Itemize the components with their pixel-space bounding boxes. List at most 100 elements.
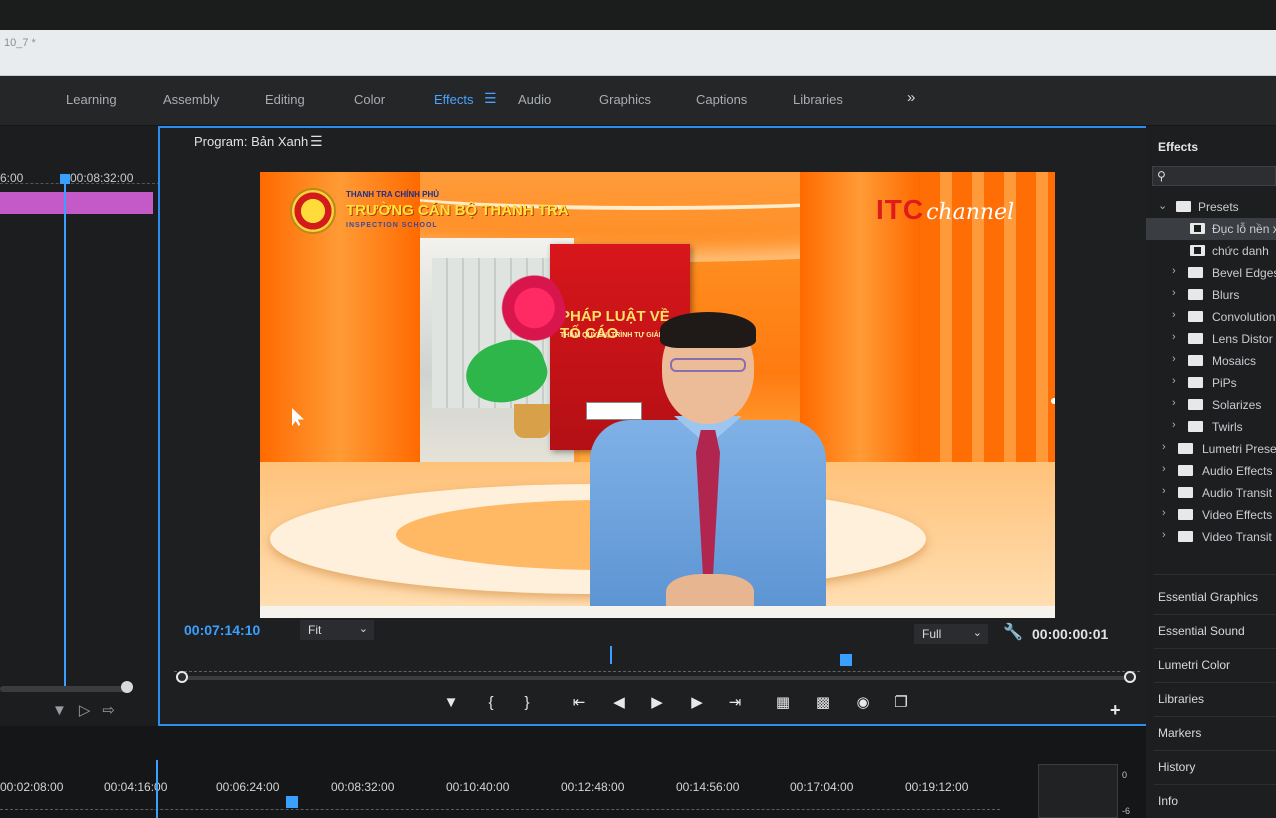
- transform-handle[interactable]: [1051, 398, 1055, 404]
- workspace-tab-captions[interactable]: Captions: [696, 92, 747, 107]
- program-playhead[interactable]: [840, 654, 852, 666]
- ruler-label: 00:08:32:00: [70, 171, 134, 185]
- tree-folder-item[interactable]: › Audio Transit: [1146, 482, 1276, 504]
- double-chevron-right-icon[interactable]: »: [907, 89, 915, 106]
- chevron-right-icon[interactable]: ›: [1172, 309, 1176, 321]
- filter-icon[interactable]: ▼: [52, 702, 79, 719]
- tree-preset-item[interactable]: chức danh: [1146, 240, 1276, 262]
- tree-folder-item[interactable]: › Bevel Edges: [1146, 262, 1276, 284]
- tree-label: Presets: [1198, 200, 1239, 214]
- chevron-right-icon[interactable]: ›: [1162, 485, 1166, 497]
- mark-out-icon[interactable]: }: [516, 692, 538, 714]
- chevron-right-icon[interactable]: ›: [1172, 375, 1176, 387]
- chevron-right-icon[interactable]: ›: [1172, 331, 1176, 343]
- lift-icon[interactable]: ▦: [772, 692, 794, 714]
- tree-folder-item[interactable]: › Lumetri Prese: [1146, 438, 1276, 460]
- chevron-right-icon[interactable]: ›: [1162, 529, 1166, 541]
- chevron-right-icon[interactable]: ›: [1162, 507, 1166, 519]
- program-monitor-title[interactable]: Program: Bản Xanh: [194, 134, 308, 149]
- tree-folder-item[interactable]: › PiPs: [1146, 372, 1276, 394]
- zoom-bar-right-handle[interactable]: [1124, 671, 1136, 683]
- hamburger-icon[interactable]: ☰: [484, 90, 497, 107]
- chevron-right-icon[interactable]: ›: [1162, 463, 1166, 475]
- chevron-right-icon[interactable]: ›: [1172, 397, 1176, 409]
- program-zoom-bar[interactable]: [176, 676, 1136, 680]
- timeline-tools: ▼▷⇨: [52, 701, 127, 719]
- play-icon[interactable]: ▶: [646, 692, 668, 714]
- go-to-in-icon[interactable]: ⇤: [568, 692, 590, 714]
- extract-icon[interactable]: ▩: [812, 692, 834, 714]
- tree-folder-item[interactable]: › Lens Distor: [1146, 328, 1276, 350]
- tree-label: Solarizes: [1212, 398, 1262, 412]
- divider: [1154, 648, 1276, 649]
- playhead-timecode[interactable]: 00:07:14:10: [184, 622, 260, 638]
- sequence-time-ruler[interactable]: [0, 802, 1000, 810]
- panel-tab-info[interactable]: Info: [1158, 794, 1276, 808]
- ruler-label: 00:19:12:00: [905, 780, 969, 794]
- panel-tab-history[interactable]: History: [1158, 760, 1276, 774]
- playhead-line[interactable]: [156, 760, 158, 818]
- tree-folder-item[interactable]: › Blurs: [1146, 284, 1276, 306]
- workspace-tab-graphics[interactable]: Graphics: [599, 92, 651, 107]
- playhead-handle[interactable]: [286, 796, 298, 808]
- tree-folder-item[interactable]: › Video Transit: [1146, 526, 1276, 548]
- folder-icon: [1188, 311, 1203, 322]
- in-point-marker[interactable]: [610, 646, 612, 664]
- tree-folder-item[interactable]: › Mosaics: [1146, 350, 1276, 372]
- playhead-line[interactable]: [64, 176, 66, 686]
- panel-tab-essential-sound[interactable]: Essential Sound: [1158, 624, 1276, 638]
- zoom-level-select[interactable]: Fit ⌄: [300, 620, 374, 640]
- panel-tab-essential-graphics[interactable]: Essential Graphics: [1158, 590, 1276, 604]
- program-time-ruler[interactable]: [174, 658, 1140, 672]
- wrench-icon[interactable]: 🔧: [1003, 622, 1023, 642]
- add-marker-icon[interactable]: ▼: [440, 692, 462, 714]
- workspace-tab-assembly[interactable]: Assembly: [163, 92, 219, 107]
- tree-folder-item[interactable]: › Video Effects: [1146, 504, 1276, 526]
- zoom-bar-left-handle[interactable]: [176, 671, 188, 683]
- zoom-scrollbar[interactable]: [0, 686, 128, 692]
- panel-tab-libraries[interactable]: Libraries: [1158, 692, 1276, 706]
- panel-menu-icon[interactable]: ☰: [310, 133, 323, 150]
- panel-tab-markers[interactable]: Markers: [1158, 726, 1276, 740]
- panel-tab-lumetri-color[interactable]: Lumetri Color: [1158, 658, 1276, 672]
- playback-resolution-select[interactable]: Full ⌄: [914, 624, 988, 644]
- tree-folder-item[interactable]: › Audio Effects: [1146, 460, 1276, 482]
- chevron-right-icon[interactable]: ›: [1172, 287, 1176, 299]
- workspace-tab-color[interactable]: Color: [354, 92, 385, 107]
- step-forward-icon[interactable]: ▶: [686, 692, 708, 714]
- tree-folder-item[interactable]: › Convolution: [1146, 306, 1276, 328]
- tree-label: PiPs: [1212, 376, 1237, 390]
- effects-search-input[interactable]: ⚲: [1152, 166, 1276, 186]
- mark-in-icon[interactable]: {: [480, 692, 502, 714]
- effects-panel-title[interactable]: Effects: [1158, 140, 1198, 154]
- tree-preset-item[interactable]: Đục lỗ nền x: [1146, 218, 1276, 240]
- playhead-handle[interactable]: [60, 174, 70, 184]
- divider: [1154, 574, 1276, 575]
- step-back-icon[interactable]: ◀: [608, 692, 630, 714]
- export-frame-icon[interactable]: ◉: [852, 692, 874, 714]
- overwrite-icon[interactable]: ⇨: [102, 702, 127, 719]
- ruler-label: 00:02:08:00: [0, 780, 64, 794]
- chevron-right-icon[interactable]: ›: [1172, 419, 1176, 431]
- tree-folder-item[interactable]: › Twirls: [1146, 416, 1276, 438]
- chevron-right-icon[interactable]: ›: [1172, 265, 1176, 277]
- go-to-out-icon[interactable]: ⇥: [724, 692, 746, 714]
- workspace-tab-libraries[interactable]: Libraries: [793, 92, 843, 107]
- workspace-tab-learning[interactable]: Learning: [66, 92, 117, 107]
- button-editor-plus-icon[interactable]: +: [1110, 700, 1121, 721]
- org-name: TRƯỜNG CÁN BỘ THANH TRA: [346, 202, 569, 219]
- timeline-clip[interactable]: [0, 192, 153, 214]
- chevron-down-icon[interactable]: ⌄: [1158, 199, 1167, 212]
- chevron-right-icon[interactable]: ›: [1172, 353, 1176, 365]
- workspace-tab-effects[interactable]: Effects: [434, 92, 474, 107]
- zoom-scrollbar-handle[interactable]: [121, 681, 133, 693]
- tree-folder-item[interactable]: › Solarizes: [1146, 394, 1276, 416]
- tree-folder-presets[interactable]: ⌄ Presets: [1146, 196, 1276, 218]
- workspace-tab-editing[interactable]: Editing: [265, 92, 305, 107]
- insert-icon[interactable]: ▷: [79, 702, 103, 719]
- program-video-frame[interactable]: PHÁP LUẬT VỀ TỐ CÁO THẨM QUYỀN, TRÌNH TỰ…: [260, 172, 1055, 618]
- comparison-view-icon[interactable]: ❐: [890, 692, 912, 714]
- desk-edge: [260, 606, 1055, 618]
- chevron-right-icon[interactable]: ›: [1162, 441, 1166, 453]
- workspace-tab-audio[interactable]: Audio: [518, 92, 551, 107]
